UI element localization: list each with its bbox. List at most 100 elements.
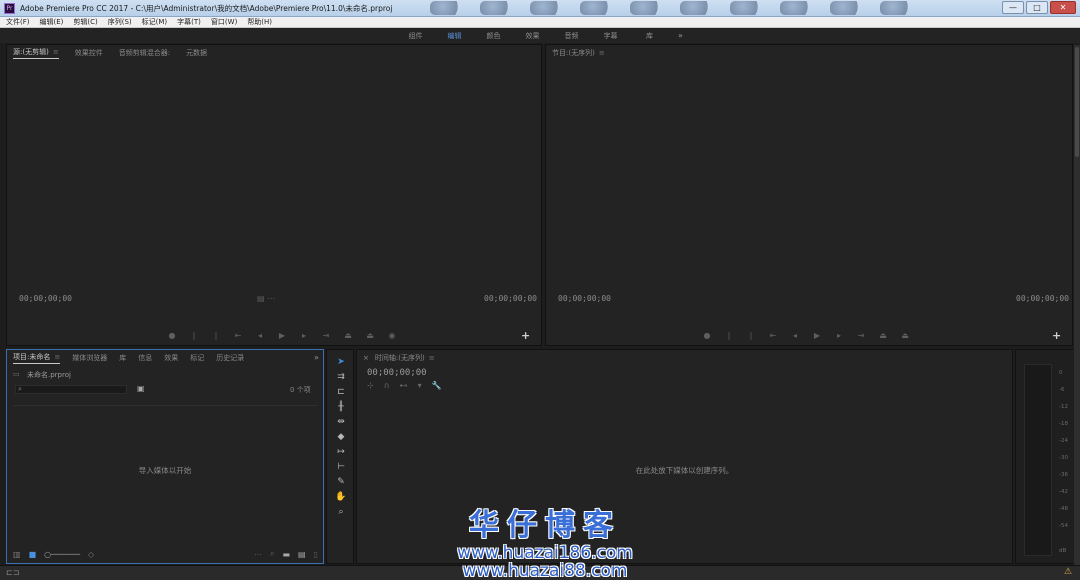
linked-selection-icon[interactable]: ⊷ xyxy=(400,381,408,390)
tab-source[interactable]: 源:(无剪辑) ≡ xyxy=(13,47,59,59)
find-icon[interactable]: ⌕ xyxy=(270,549,274,559)
razor-tool-icon[interactable]: ◆ xyxy=(334,431,348,443)
sort-icon[interactable]: ◇ xyxy=(88,550,94,559)
tab-close-icon[interactable]: × xyxy=(363,354,369,362)
new-search-bin-icon[interactable]: ▣ xyxy=(137,384,145,393)
tab-program[interactable]: 节目:(无序列) ≡ xyxy=(552,48,605,58)
source-add-button[interactable]: + xyxy=(521,329,530,342)
program-playhead-timecode[interactable]: 00;00;00;00 xyxy=(558,294,611,303)
menu-marker[interactable]: 标记(M) xyxy=(142,17,168,27)
menu-sequence[interactable]: 序列(S) xyxy=(108,17,132,27)
tab-history[interactable]: 历史记录 xyxy=(216,353,244,363)
tab-media-browser[interactable]: 媒体浏览器 xyxy=(72,353,107,363)
lock-icon[interactable]: ▥ xyxy=(13,550,21,559)
desktop-thumbnail xyxy=(530,1,562,15)
go-to-out-icon[interactable]: ⇥ xyxy=(856,331,866,340)
trash-icon[interactable]: ▯ xyxy=(314,550,318,559)
workspace-tab-titles[interactable]: 字幕 xyxy=(591,31,630,41)
overwrite-icon[interactable]: ⏏ xyxy=(365,331,375,340)
zoom-slider-icon[interactable]: ○────── xyxy=(44,550,80,559)
panel-menu-icon[interactable]: ≡ xyxy=(53,48,59,56)
workspace-tab-effects[interactable]: 效果 xyxy=(513,31,552,41)
step-forward-icon[interactable]: ▸ xyxy=(834,331,844,340)
mark-out-icon[interactable]: ❘ xyxy=(189,331,199,340)
ripple-edit-tool-icon[interactable]: ⊏ xyxy=(334,386,348,398)
tab-libraries[interactable]: 库 xyxy=(119,353,126,363)
tab-timeline[interactable]: × 时间轴:(无序列) ≡ xyxy=(363,353,435,363)
import-media-hint[interactable]: 导入媒体以开始 xyxy=(7,465,323,476)
track-select-tool-icon[interactable]: ⇉ xyxy=(334,371,348,383)
workspace-tab-editing[interactable]: 编辑 xyxy=(435,31,474,41)
step-back-icon[interactable]: ◂ xyxy=(255,331,265,340)
mark-clip-icon[interactable]: ❘ xyxy=(746,331,756,340)
step-forward-icon[interactable]: ▸ xyxy=(299,331,309,340)
play-icon[interactable]: ▶ xyxy=(277,331,287,340)
tab-effect-controls[interactable]: 效果控件 xyxy=(75,48,103,58)
workspace-tab-libraries[interactable]: 库 xyxy=(630,31,669,41)
workspace-tab-assembly[interactable]: 组件 xyxy=(396,31,435,41)
panel-menu-icon[interactable]: ≡ xyxy=(429,354,435,362)
export-frame-icon[interactable]: ◉ xyxy=(387,331,397,340)
tab-info[interactable]: 信息 xyxy=(138,353,152,363)
automate-to-sequence-icon[interactable]: ⋯ xyxy=(254,550,262,559)
add-marker-icon[interactable]: ▾ xyxy=(418,381,422,390)
project-search-input[interactable]: ⌕ xyxy=(15,385,127,394)
snap-icon[interactable]: ∩ xyxy=(384,381,390,390)
go-to-in-icon[interactable]: ⇤ xyxy=(233,331,243,340)
rate-stretch-tool-icon[interactable]: ⇹ xyxy=(334,416,348,428)
new-bin-icon[interactable]: ▬ xyxy=(282,550,290,559)
play-icon[interactable]: ▶ xyxy=(812,331,822,340)
audio-meter-bars xyxy=(1024,364,1052,556)
go-to-out-icon[interactable]: ⇥ xyxy=(321,331,331,340)
pen-tool-icon[interactable]: ✎ xyxy=(334,476,348,488)
drag-video-icon[interactable]: ▤ ⋯ xyxy=(257,294,275,303)
vertical-scrollbar[interactable] xyxy=(1074,45,1080,565)
mark-in-icon[interactable]: ● xyxy=(167,331,177,340)
menu-file[interactable]: 文件(F) xyxy=(6,17,30,27)
mark-clip-icon[interactable]: ❘ xyxy=(211,331,221,340)
insert-icon[interactable]: ⏏ xyxy=(343,331,353,340)
workspace-tab-color[interactable]: 颜色 xyxy=(474,31,513,41)
menu-window[interactable]: 窗口(W) xyxy=(211,17,237,27)
close-button[interactable]: ✕ xyxy=(1050,1,1076,14)
menu-edit[interactable]: 编辑(E) xyxy=(40,17,64,27)
workspace-more-button[interactable]: » xyxy=(678,31,683,40)
selection-tool-icon[interactable]: ➤ xyxy=(334,356,348,368)
list-view-icon[interactable]: ■ xyxy=(29,550,37,559)
mark-in-icon[interactable]: ● xyxy=(702,331,712,340)
lift-icon[interactable]: ⏏ xyxy=(878,331,888,340)
maximize-button[interactable]: □ xyxy=(1026,1,1048,14)
nest-icon[interactable]: ⊹ xyxy=(367,381,374,390)
project-more-button[interactable]: » xyxy=(314,353,319,362)
tab-metadata[interactable]: 元数据 xyxy=(186,48,207,58)
panel-menu-icon[interactable]: ≡ xyxy=(54,353,60,361)
slide-tool-icon[interactable]: ⊢ xyxy=(334,461,348,473)
mark-out-icon[interactable]: ❘ xyxy=(724,331,734,340)
rolling-edit-tool-icon[interactable]: ╫ xyxy=(334,401,348,413)
scrollbar-thumb[interactable] xyxy=(1075,47,1079,157)
extract-icon[interactable]: ⏏ xyxy=(900,331,910,340)
project-file-icon: ▭ xyxy=(13,370,20,378)
workspace-tab-audio[interactable]: 音频 xyxy=(552,31,591,41)
wrench-icon[interactable]: 🔧 xyxy=(432,381,442,390)
minimize-button[interactable]: — xyxy=(1002,1,1024,14)
warning-icon[interactable]: ⚠ xyxy=(1064,567,1072,577)
menu-title[interactable]: 字幕(T) xyxy=(177,17,201,27)
go-to-in-icon[interactable]: ⇤ xyxy=(768,331,778,340)
tab-effects[interactable]: 效果 xyxy=(164,353,178,363)
new-item-icon[interactable]: ▤ xyxy=(298,550,306,559)
drop-media-hint[interactable]: 在此处放下媒体以创建序列。 xyxy=(357,465,1012,476)
panel-menu-icon[interactable]: ≡ xyxy=(599,49,605,57)
menu-clip[interactable]: 剪辑(C) xyxy=(73,17,97,27)
tab-audio-clip-mixer[interactable]: 音频剪辑混合器: xyxy=(119,48,170,58)
source-playhead-timecode[interactable]: 00;00;00;00 xyxy=(19,294,72,303)
menu-help[interactable]: 帮助(H) xyxy=(247,17,272,27)
hand-tool-icon[interactable]: ✋ xyxy=(334,491,348,503)
tab-markers[interactable]: 标记 xyxy=(190,353,204,363)
tab-project[interactable]: 项目:未命名 ≡ xyxy=(13,352,61,364)
timeline-timecode[interactable]: 00;00;00;00 xyxy=(367,368,427,378)
slip-tool-icon[interactable]: ↦ xyxy=(334,446,348,458)
zoom-tool-icon[interactable]: ⌕ xyxy=(334,506,348,518)
program-add-button[interactable]: + xyxy=(1052,329,1061,342)
step-back-icon[interactable]: ◂ xyxy=(790,331,800,340)
